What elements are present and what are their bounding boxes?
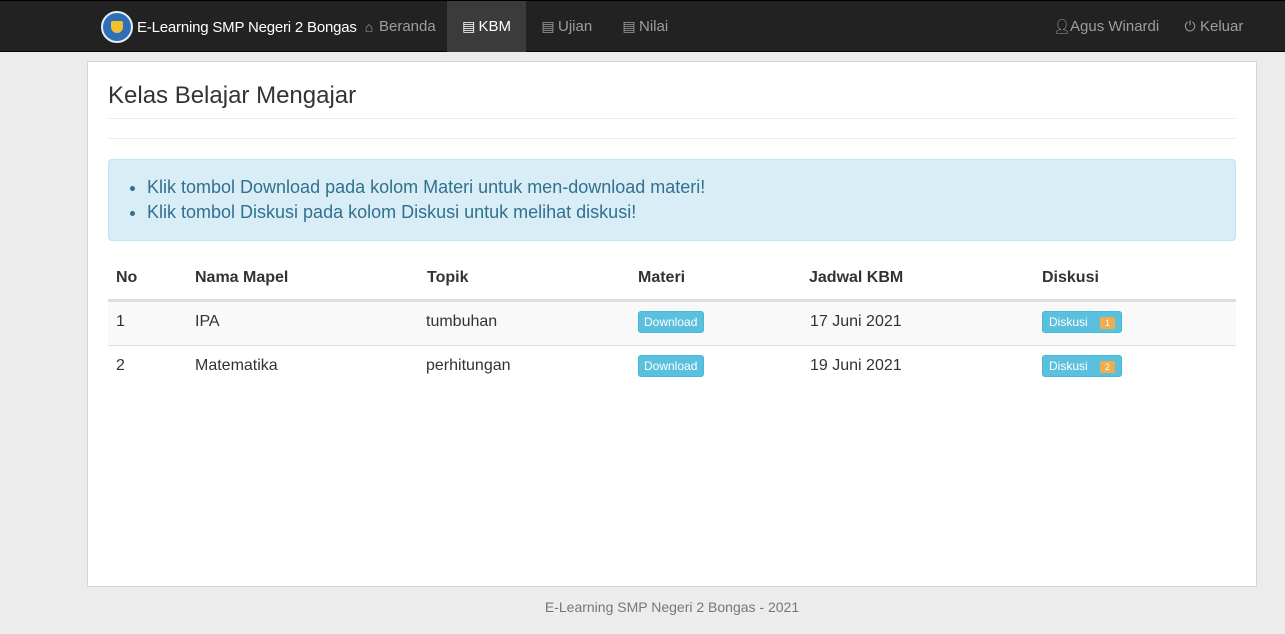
cell-no: 2 [116,357,125,374]
nav-user[interactable]: 👤︎ Agus Winardi [1038,1,1174,52]
header-nama-mapel: Nama Mapel [195,269,289,286]
table-row: 2 Matematika perhitungan Download 19 Jun… [108,345,1236,389]
download-button[interactable]: Download [638,355,704,377]
cell-mapel: Matematika [195,357,278,374]
nav-kbm-label: KBM [478,18,511,35]
brand-link[interactable]: E-Learning SMP Negeri 2 Bongas [101,11,357,43]
diskusi-button[interactable]: Diskusi 1 [1042,311,1122,333]
nav-ujian[interactable]: ▤ Ujian [526,1,607,52]
cell-jadwal: 17 Juni 2021 [810,313,902,330]
cell-topik: tumbuhan [426,313,498,330]
diskusi-label: Diskusi [1049,315,1088,329]
footer-text: E-Learning SMP Negeri 2 Bongas - 2021 [544,599,800,615]
nav-beranda[interactable]: ⌂ Beranda [347,1,451,52]
brand-title: E-Learning SMP Negeri 2 Bongas [137,18,357,36]
cell-jadwal: 19 Juni 2021 [810,357,902,374]
cell-mapel: IPA [195,313,220,330]
diskusi-label: Diskusi [1049,359,1088,373]
school-logo [101,11,133,43]
list-icon: ▤ [462,18,476,34]
alert-item: Klik tombol Diskusi pada kolom Diskusi u… [147,200,705,225]
info-alert: Klik tombol Download pada kolom Materi u… [108,159,1236,241]
alert-item: Klik tombol Download pada kolom Materi u… [147,175,705,200]
logout-label: Keluar [1200,18,1244,35]
table-row: 1 IPA tumbuhan Download 17 Juni 2021 Dis… [108,301,1236,345]
header-topik: Topik [427,269,469,286]
home-icon: ⌂ [364,18,374,35]
diskusi-count-badge: 2 [1100,361,1115,373]
list-icon: ▤ [541,18,555,34]
header-no: No [116,269,138,286]
list-icon: ▤ [622,18,636,34]
content-panel: Kelas Belajar Mengajar Klik tombol Downl… [87,61,1257,587]
user-icon: 👤︎ [1053,18,1071,34]
header-diskusi: Diskusi [1042,269,1099,286]
nav-kbm[interactable]: ▤ KBM [447,1,526,52]
header-jadwal: Jadwal KBM [809,269,904,286]
page-title: Kelas Belajar Mengajar [108,82,357,109]
power-icon: ⏻ [1184,18,1196,34]
nav-nilai-label: Nilai [639,18,669,35]
nav-beranda-label: Beranda [379,18,436,35]
header-materi: Materi [638,269,686,286]
user-name: Agus Winardi [1070,18,1160,35]
divider [108,138,1236,139]
top-navbar: E-Learning SMP Negeri 2 Bongas ⌂ Beranda… [0,0,1285,52]
cell-topik: perhitungan [426,357,511,374]
cell-no: 1 [116,313,125,330]
diskusi-button[interactable]: Diskusi 2 [1042,355,1122,377]
nav-logout[interactable]: ⏻ Keluar [1168,1,1258,52]
diskusi-count-badge: 1 [1100,317,1115,329]
nav-ujian-label: Ujian [558,18,593,35]
nav-nilai[interactable]: ▤ Nilai [607,1,683,52]
divider [108,118,1236,119]
download-button[interactable]: Download [638,311,704,333]
